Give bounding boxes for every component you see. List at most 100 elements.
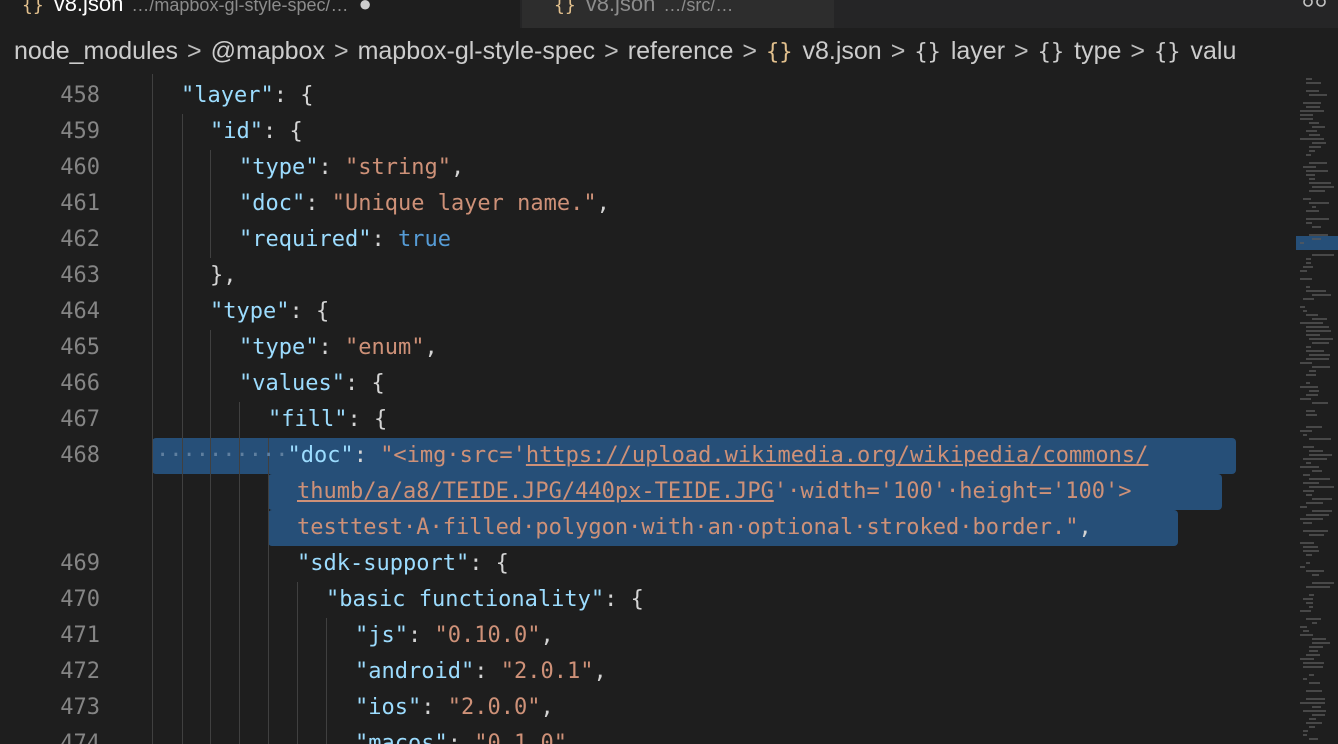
minimap-text-stroke [1303,666,1323,668]
compare-changes-icon[interactable] [1302,0,1328,20]
breadcrumb-item-mapbox[interactable]: @mapbox [211,28,325,74]
minimap-text-stroke [1309,606,1313,608]
whitespace-dots: ·········· [156,443,289,468]
minimap-text-stroke [1309,438,1331,440]
line-number: 459 [60,119,100,144]
punctuation: , [540,695,554,720]
minimap-text-stroke [1300,610,1311,612]
object-symbol-icon: {} [1154,40,1181,65]
vscode-editor-window: {} v8.json …/mapbox-gl-style-spec/… ● {} v8.… [0,0,1338,744]
minimap-text-stroke [1309,594,1314,596]
line-number: 465 [60,335,100,360]
json-key: "id" [210,119,263,144]
minimap-text-stroke [1309,370,1316,372]
minimap-text-stroke [1303,102,1321,104]
line-number-gutter[interactable]: 458 459 460 461 462 463 464 465 466 467 … [0,74,110,744]
minimap-text-stroke [1312,714,1325,716]
minimap-text-stroke [1300,658,1314,660]
minimap-text-stroke [1309,190,1325,192]
code-line: "sdk-support": { [297,546,509,582]
tab-v8-json-active[interactable]: {} v8.json …/mapbox-gl-style-spec/… ● [0,0,520,28]
json-key: "basic functionality" [326,587,605,612]
json-string: "string" [344,155,451,180]
minimap-text-stroke [1306,346,1311,348]
minimap-text-stroke [1312,574,1319,576]
breadcrumb-item-layer[interactable]: {} layer [914,28,1005,74]
tab-v8-json-src[interactable]: {} v8.json …/src/… [522,0,834,28]
json-key: "doc" [287,443,354,468]
json-key: "values" [239,371,345,396]
minimap-text-stroke [1309,738,1318,740]
breadcrumb-item-node-modules[interactable]: node_modules [14,28,178,74]
minimap-text-stroke [1303,530,1328,532]
minimap-text-stroke [1300,322,1323,324]
minimap-text-stroke [1300,466,1319,468]
url-link[interactable]: https://upload.wikimedia.org/wikipedia/c… [526,443,1149,468]
code-line-selected: ··········"doc": "<img·src='https://uplo… [156,438,1148,474]
minimap[interactable] [1296,74,1338,744]
json-boolean: true [397,227,451,252]
punctuation: : [407,623,435,648]
punctuation: : { [344,371,385,396]
chevron-right-icon: > [333,37,349,65]
punctuation: : [318,335,345,360]
minimap-text-stroke [1300,386,1318,388]
json-key: "js" [355,623,408,648]
json-file-icon: {} [766,40,793,65]
code-line-selected: thumb/a/a8/TEIDE.JPG/440px-TEIDE.JPG'·wi… [297,474,1131,510]
line-number: 473 [60,695,100,720]
minimap-text-stroke [1303,458,1327,460]
line-number: 464 [60,299,100,324]
punctuation: , [593,659,607,684]
chevron-right-icon: > [187,37,202,65]
json-key: "type" [210,299,290,324]
url-link[interactable]: thumb/a/a8/TEIDE.JPG/440px-TEIDE.JPG [297,479,774,504]
breadcrumb-label: v8.json [802,37,882,65]
minimap-text-stroke [1312,470,1322,472]
chevron-right-icon: > [890,37,906,65]
breadcrumb-item-v8-json[interactable]: {} v8.json [766,28,882,74]
minimap-text-stroke [1309,718,1316,720]
punctuation: : { [604,587,644,612]
line-number: 461 [60,191,100,216]
json-string: "enum" [344,335,425,360]
chevron-right-icon: > [1014,37,1029,65]
minimap-text-stroke [1312,498,1332,500]
minimap-text-stroke [1306,106,1320,108]
json-file-icon: {} [554,0,576,16]
minimap-text-stroke [1306,218,1329,220]
minimap-text-stroke [1303,298,1314,300]
breadcrumb-item-reference[interactable]: reference [628,28,734,74]
punctuation: : [305,191,332,216]
json-string: "0.1.0" [474,731,567,744]
punctuation: , [1078,515,1092,540]
minimap-text-stroke [1300,566,1305,568]
minimap-text-stroke [1312,294,1331,296]
breadcrumb-item-values[interactable]: {} valu [1154,28,1236,74]
minimap-text-stroke [1300,626,1307,628]
minimap-text-stroke [1312,142,1326,144]
unsaved-dot-icon[interactable]: ● [358,0,371,16]
code-line: "type": "enum", [239,330,438,366]
breadcrumb-item-style-spec[interactable]: mapbox-gl-style-spec [358,28,596,74]
indent-guide [326,618,327,744]
minimap-text-stroke [1309,454,1332,456]
minimap-text-stroke [1306,290,1326,292]
minimap-text-stroke [1303,662,1324,664]
minimap-text-stroke [1303,598,1313,600]
breadcrumb-label: type [1074,37,1122,65]
minimap-text-stroke [1300,118,1313,120]
line-number: 458 [60,83,100,108]
punctuation: : { [262,119,303,144]
punctuation: : [353,443,381,468]
punctuation: , [566,731,581,744]
minimap-text-stroke [1312,402,1328,404]
object-symbol-icon: {} [1037,40,1065,65]
code-line: "js": "0.10.0", [355,618,554,654]
minimap-text-stroke [1312,366,1330,368]
breadcrumb-item-type[interactable]: {} type [1038,28,1122,74]
minimap-text-stroke [1309,354,1330,356]
code-area[interactable]: "layer": { "id": { "type": "string", "do… [152,74,1296,744]
code-editor[interactable]: 458 459 460 461 462 463 464 465 466 467 … [0,74,1296,744]
minimap-text-stroke [1300,362,1312,364]
